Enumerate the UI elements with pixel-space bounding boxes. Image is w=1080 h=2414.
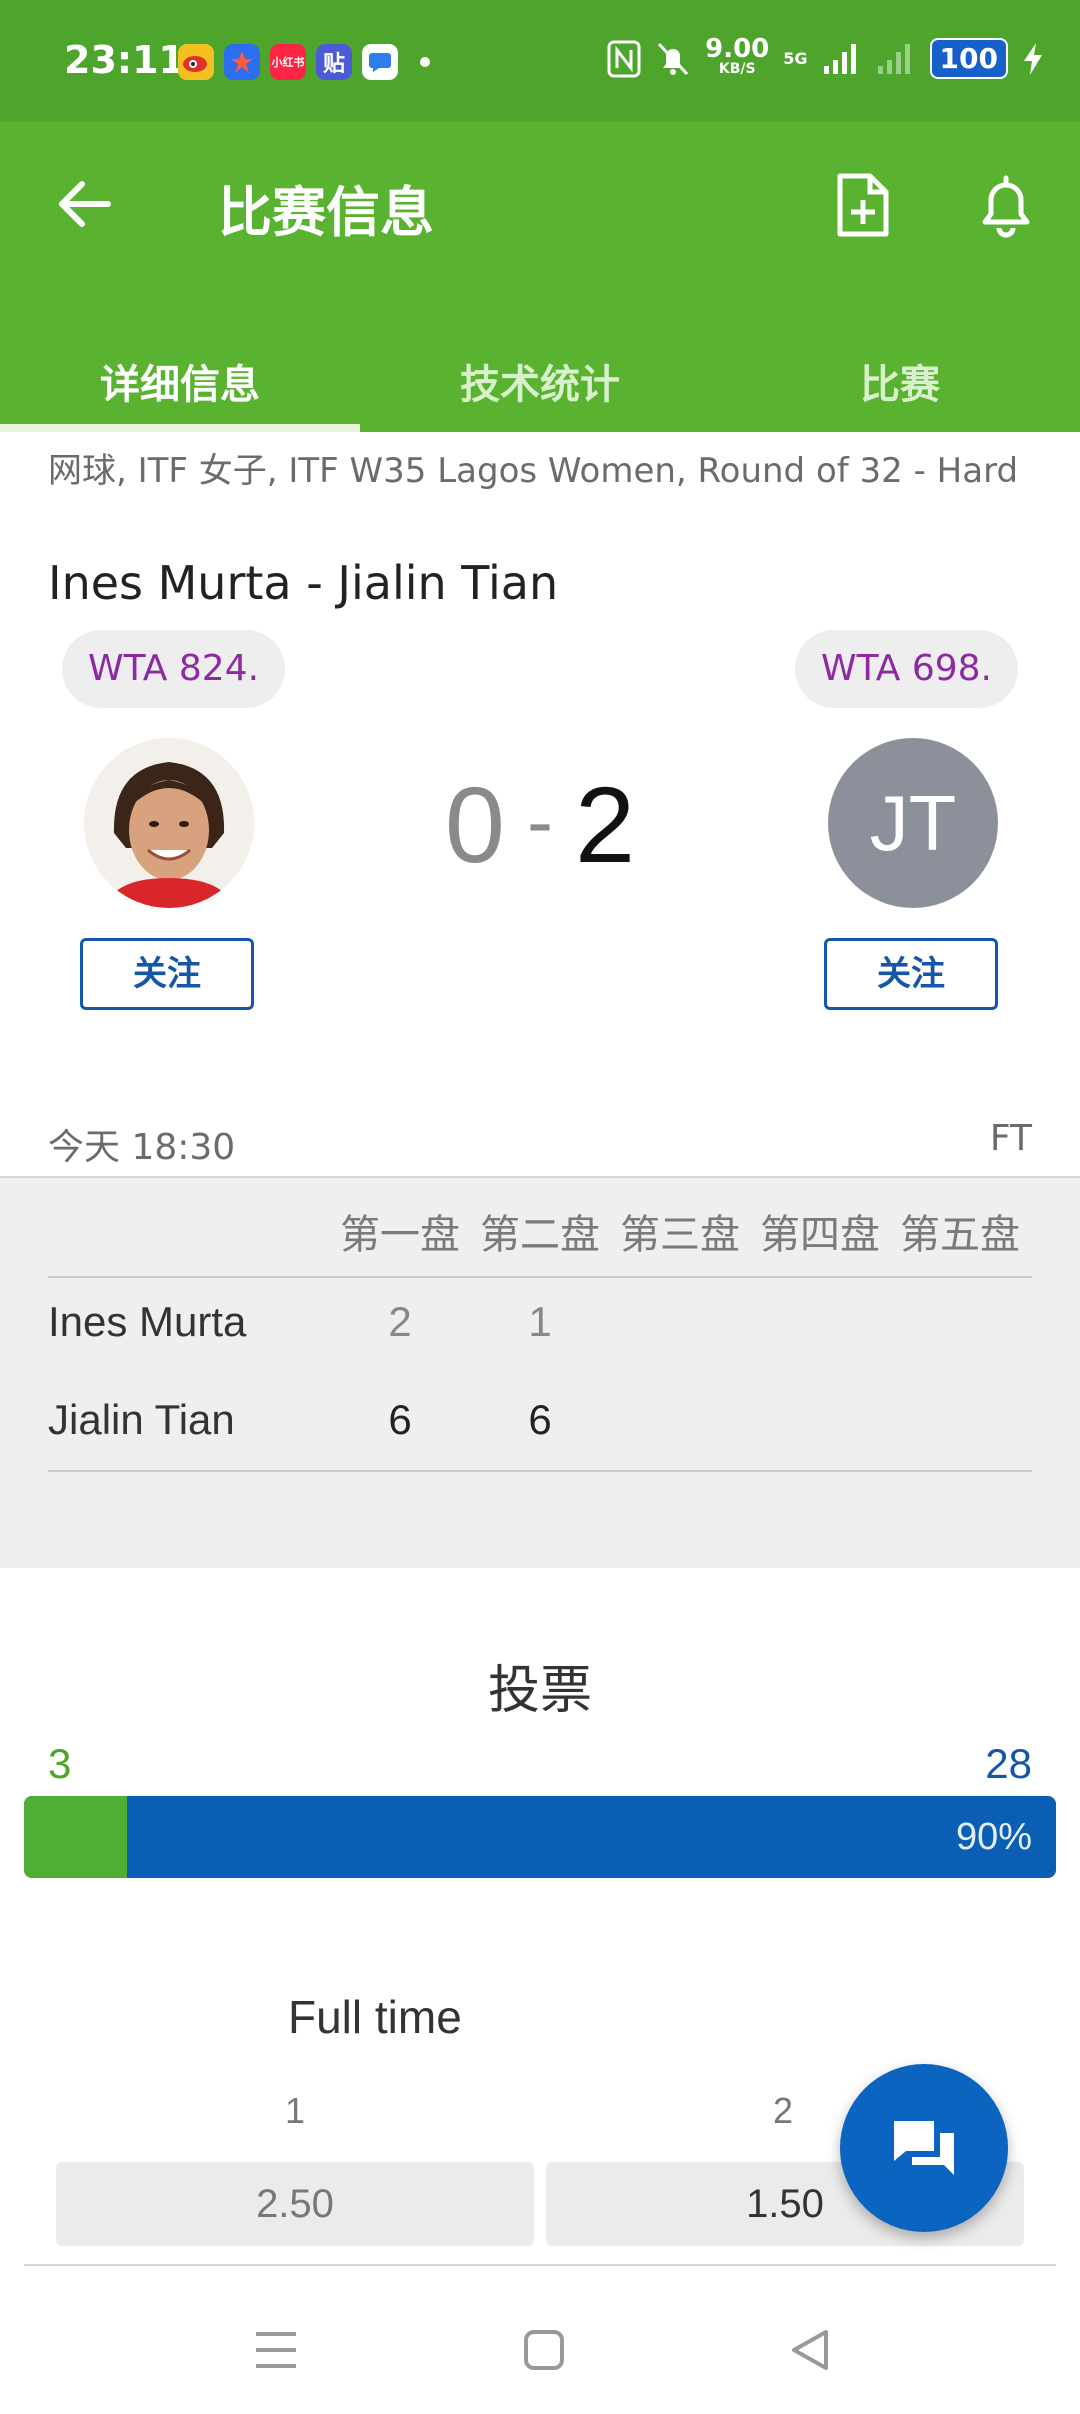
divider bbox=[24, 2264, 1056, 2266]
player1-ranking-badge: WTA 824. bbox=[62, 630, 286, 708]
match-score: 0-2 bbox=[0, 762, 1080, 887]
charging-icon bbox=[1024, 42, 1042, 75]
player1-follow-button[interactable]: 关注 bbox=[80, 938, 254, 1010]
match-datetime: 今天 18:30 bbox=[48, 1127, 236, 1168]
status-time: 23:11 bbox=[64, 38, 185, 82]
more-notifications-dot bbox=[420, 57, 430, 67]
page-title: 比赛信息 bbox=[218, 181, 434, 244]
odds-title: Full time bbox=[288, 1991, 462, 2043]
score-separator: - bbox=[527, 777, 553, 865]
back-arrow-icon[interactable] bbox=[52, 172, 116, 236]
tab-bar: 详细信息 技术统计 比赛 bbox=[0, 312, 1080, 432]
signal-2-icon bbox=[877, 43, 910, 74]
set-scores-table: 第一盘 第二盘 第三盘 第四盘 第五盘 Ines Murta 2 1 Jiali… bbox=[0, 1176, 1080, 1568]
set-header: 第三盘 bbox=[620, 1212, 740, 1258]
tab-details[interactable]: 详细信息 bbox=[0, 312, 360, 432]
tieba-app-icon: 贴 bbox=[316, 44, 352, 80]
row-player-name: Ines Murta bbox=[48, 1298, 247, 1345]
network-type: 5G bbox=[783, 49, 808, 68]
set-header: 第四盘 bbox=[760, 1212, 880, 1258]
message-app-icon bbox=[362, 44, 398, 80]
set-header: 第一盘 bbox=[340, 1212, 460, 1258]
vote-percent-player2: 90% bbox=[955, 1816, 1032, 1858]
set-score: 6 bbox=[388, 1396, 412, 1443]
nfc-icon bbox=[607, 40, 641, 77]
star-app-icon bbox=[224, 44, 260, 80]
set-headers: 第一盘 第二盘 第三盘 第四盘 第五盘 bbox=[330, 1202, 1030, 1260]
status-right: 9.00 KB/S 5G 100 bbox=[607, 33, 1044, 79]
weibo-app-icon bbox=[178, 44, 214, 80]
odds-button-1[interactable]: 2.50 bbox=[56, 2162, 534, 2246]
battery-indicator: 100 bbox=[929, 38, 1008, 79]
chat-fab-button[interactable] bbox=[840, 2064, 1008, 2232]
tournament-breadcrumb: 网球, ITF 女子, ITF W35 Lagos Women, Round o… bbox=[48, 451, 1019, 491]
vote-bar[interactable]: 90% bbox=[24, 1796, 1056, 1878]
player2-follow-button[interactable]: 关注 bbox=[824, 938, 998, 1010]
set-header: 第五盘 bbox=[900, 1212, 1020, 1258]
recent-apps-icon[interactable] bbox=[246, 2320, 306, 2380]
set-score: 2 bbox=[388, 1298, 412, 1345]
set-score: 1 bbox=[528, 1298, 552, 1345]
back-triangle-icon[interactable] bbox=[782, 2320, 842, 2380]
vote-title: 投票 bbox=[487, 1661, 592, 1721]
vote-count-player1: 3 bbox=[48, 1740, 72, 1787]
chat-icon bbox=[894, 2121, 954, 2175]
set-header: 第二盘 bbox=[480, 1212, 600, 1258]
tab-matches[interactable]: 比赛 bbox=[720, 312, 1080, 432]
notification-icons: 小红书 贴 bbox=[178, 44, 430, 80]
divider bbox=[48, 1470, 1032, 1472]
divider bbox=[48, 1276, 1032, 1278]
status-bar: 23:11 小红书 贴 9.00 KB/S 5G 100 bbox=[0, 0, 1080, 122]
home-icon[interactable] bbox=[514, 2320, 574, 2380]
net-speed: 9.00 KB/S bbox=[705, 33, 770, 77]
row-player-name: Jialin Tian bbox=[48, 1396, 235, 1443]
notification-bell-icon[interactable] bbox=[975, 172, 1037, 240]
mute-bell-icon bbox=[658, 42, 689, 75]
signal-icon bbox=[823, 43, 856, 74]
system-nav-bar bbox=[0, 2280, 1080, 2414]
tab-stats[interactable]: 技术统计 bbox=[360, 312, 720, 432]
player2-score: 2 bbox=[574, 764, 636, 885]
set-score: 6 bbox=[528, 1396, 552, 1443]
match-status: FT bbox=[989, 1118, 1032, 1159]
xiaohongshu-app-icon: 小红书 bbox=[270, 44, 306, 80]
app-bar: 比赛信息 详细信息 技术统计 比赛 bbox=[0, 122, 1080, 432]
player2-ranking-badge: WTA 698. bbox=[794, 630, 1018, 708]
player1-score: 0 bbox=[444, 764, 505, 885]
vote-bar-player1-fill bbox=[24, 1796, 128, 1878]
match-title: Ines Murta - Jialin Tian bbox=[48, 556, 559, 610]
odds-label-1: 1 bbox=[284, 2090, 306, 2131]
vote-count-player2: 28 bbox=[985, 1740, 1032, 1787]
add-document-icon[interactable] bbox=[830, 172, 894, 240]
